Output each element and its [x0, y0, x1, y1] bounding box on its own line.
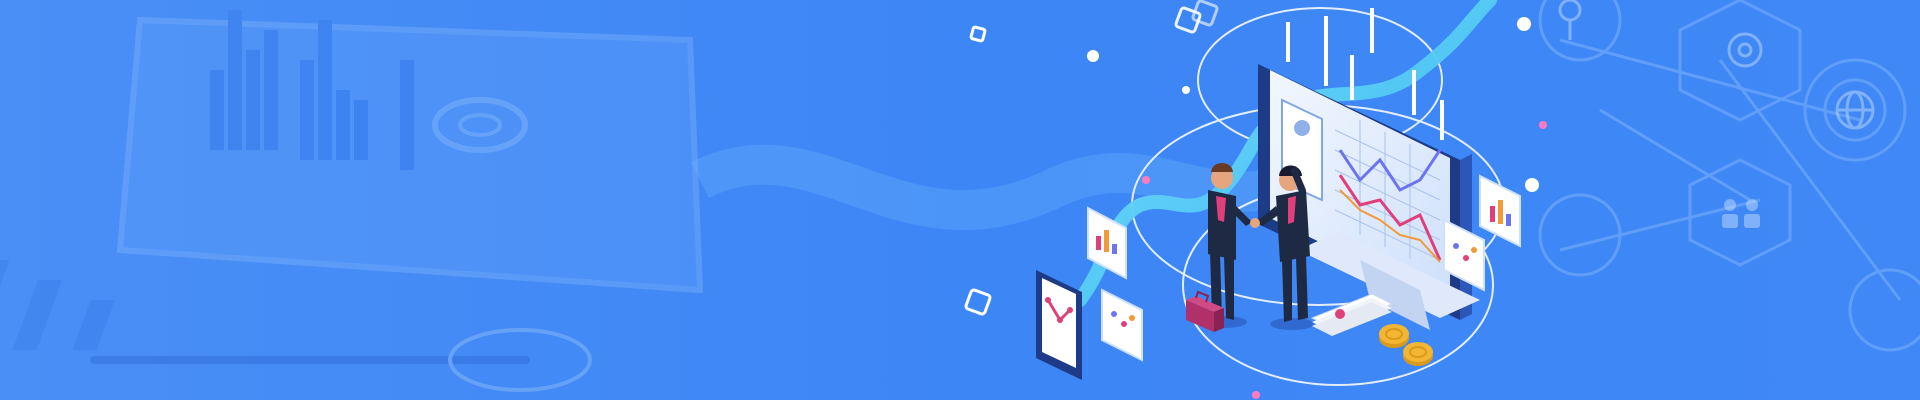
- banner-illustration: [0, 0, 1920, 400]
- hero-banner: [0, 0, 1920, 400]
